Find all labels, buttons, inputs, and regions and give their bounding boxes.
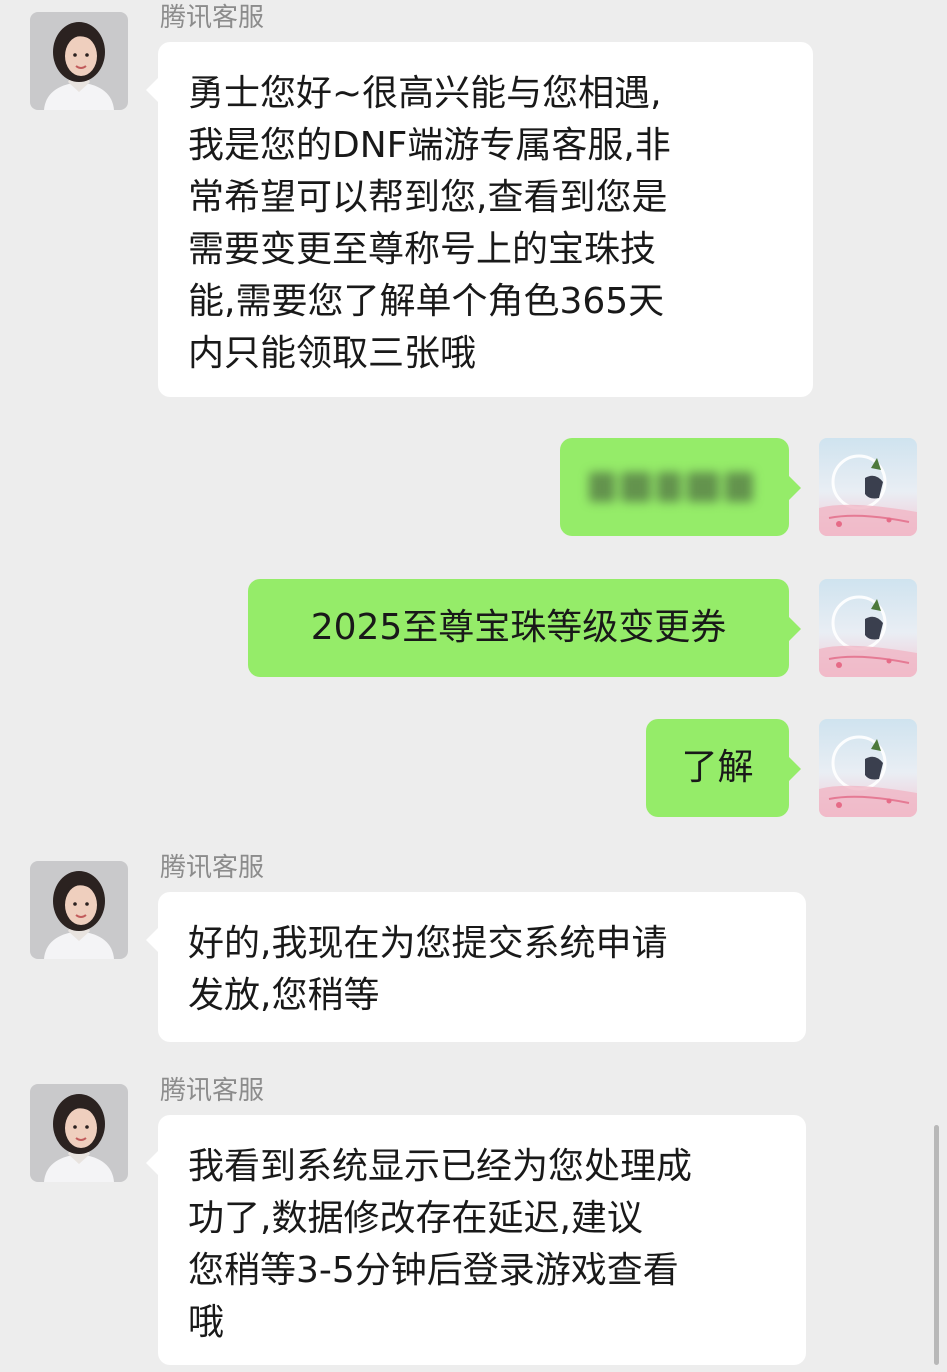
message-bubble-incoming[interactable]: 我看到系统显示已经为您处理成 功了,数据修改存在延迟,建议 您稍等3-5分钟后登… — [146, 1115, 806, 1365]
sender-name: 腾讯客服 — [160, 1076, 265, 1106]
sender-name: 腾讯客服 — [160, 853, 265, 883]
message-line: 我是您的DNF端游专属客服,非 — [188, 125, 671, 166]
message-line: 需要变更至尊称号上的宝珠技 — [188, 229, 657, 270]
message-text: 了解 — [681, 747, 754, 788]
message-line: 我看到系统显示已经为您处理成 — [188, 1146, 693, 1187]
message-bubble-incoming[interactable]: 好的,我现在为您提交系统申请 发放,您稍等 — [146, 892, 806, 1042]
message-line: 勇士您好~很高兴能与您相遇, — [188, 73, 662, 114]
message-bubble-outgoing-blurred[interactable] — [560, 438, 801, 536]
agent-avatar-icon[interactable] — [30, 861, 128, 959]
agent-avatar-icon[interactable] — [30, 12, 128, 110]
message-line: 功了,数据修改存在延迟,建议 — [188, 1198, 643, 1239]
user-avatar-icon[interactable] — [819, 579, 917, 677]
message-line: 您稍等3-5分钟后登录游戏查看 — [188, 1250, 679, 1291]
message-bubble-outgoing[interactable]: 2025至尊宝珠等级变更券 — [248, 579, 801, 677]
message-bubble-incoming[interactable]: 勇士您好~很高兴能与您相遇, 我是您的DNF端游专属客服,非 常希望可以帮到您,… — [146, 42, 813, 397]
user-avatar-icon[interactable] — [819, 719, 917, 817]
message-bubble-outgoing[interactable]: 了解 — [646, 719, 801, 817]
agent-avatar-icon[interactable] — [30, 1084, 128, 1182]
message-text: 2025至尊宝珠等级变更券 — [310, 607, 727, 648]
redacted-text — [588, 467, 761, 507]
message-line: 内只能领取三张哦 — [188, 333, 477, 374]
message-line: 哦 — [188, 1302, 225, 1343]
user-avatar-icon[interactable] — [819, 438, 917, 536]
message-line: 能,需要您了解单个角色365天 — [188, 281, 665, 322]
scrollbar[interactable] — [934, 1125, 939, 1365]
message-line: 好的,我现在为您提交系统申请 — [188, 923, 668, 964]
message-line: 常希望可以帮到您,查看到您是 — [188, 177, 668, 218]
sender-name: 腾讯客服 — [160, 3, 265, 33]
message-line: 发放,您稍等 — [188, 975, 380, 1016]
